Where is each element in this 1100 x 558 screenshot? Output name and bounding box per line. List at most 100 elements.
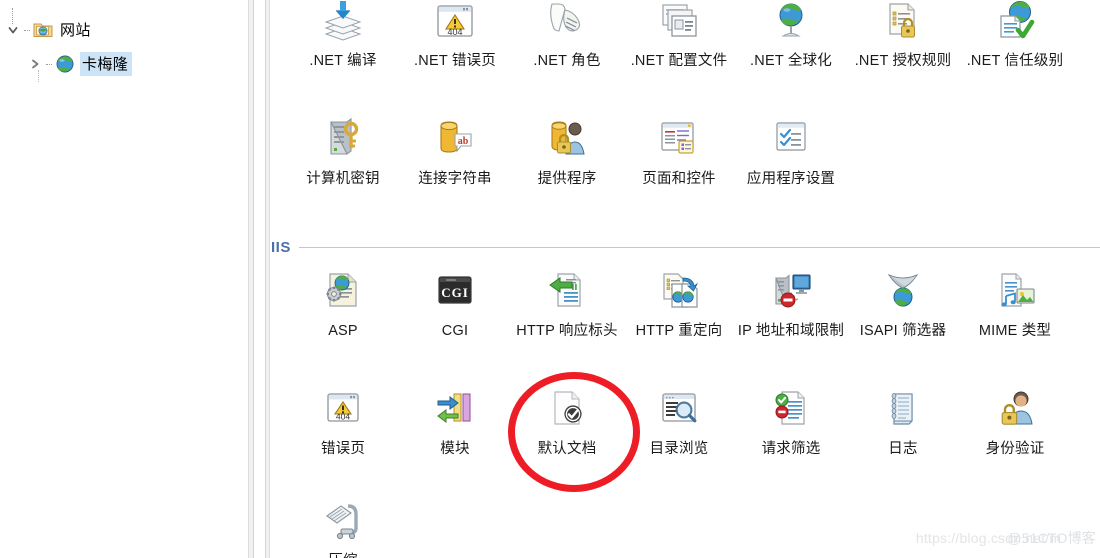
tree-dot-spacer [22,21,32,39]
feature-compression[interactable]: 压缩 [287,492,399,558]
feature-providers[interactable]: 提供程序 [511,110,623,190]
svg-text:404: 404 [447,27,462,37]
feature-label: 错误页 [320,441,366,457]
feature-machine-key[interactable]: 计算机密钥 [287,110,399,190]
net-users-icon [1071,0,1100,46]
tree-dotted-connector-2 [38,70,39,82]
svg-text:CGI: CGI [441,285,469,300]
feature-net-authorization-rules[interactable]: .NET 授权规则 [847,0,959,72]
tree-item-site-kameilong-label: 卡梅隆 [80,52,133,76]
feature-label: 页面和控件 [642,171,716,187]
feature-application-settings[interactable]: 应用程序设置 [735,110,847,190]
feature-label: .NET 信任级别 [966,53,1064,69]
feature-ssl-settings-truncated[interactable]: S [1071,262,1100,342]
features-view[interactable]: .NET 编译 404 .NET 错误页 .NET 角色 .NET 配置文件 .… [271,0,1100,558]
failed-request-tracing-icon [1071,380,1100,434]
feature-logging[interactable]: 日志 [847,380,959,460]
feature-label: MIME 类型 [978,323,1052,339]
tree-item-sites-label: 网站 [60,22,91,39]
logging-icon [847,380,959,434]
feature-connection-strings[interactable]: ab 连接字符串 [399,110,511,190]
tree-item-sites[interactable]: 网站 [0,8,248,44]
feature-label: 压缩 [287,550,399,558]
website-globe-icon [54,54,76,74]
feature-label: .NET 配置文件 [630,53,728,69]
feature-http-response-headers[interactable]: HTTP 响应标头 [511,262,623,342]
section-divider [298,247,1100,248]
net-error-pages-icon: 404 [399,0,511,46]
tree-item-site-kameilong[interactable]: 卡梅隆 [0,50,248,82]
feature-label: .N [1071,50,1100,72]
feature-label: .NET 编译 [309,53,377,69]
application-settings-icon [735,110,847,164]
feature-net-globalization[interactable]: .NET 全球化 [735,0,847,72]
feature-net-users-truncated[interactable]: .N [1071,0,1100,72]
feature-error-pages[interactable]: 404 错误页 [287,380,399,460]
request-filtering-icon [735,380,847,434]
iis-manager-window: 网站 卡梅隆 .NET 编译 404 .NET 错误页 .NET 角色 .NET… [0,0,1100,558]
feature-net-profile[interactable]: .NET 配置文件 [623,0,735,72]
feature-label: ISAPI 筛选器 [859,323,947,339]
feature-failed-request-tracing-truncated[interactable]: 失 [1071,380,1100,460]
feature-label: HTTP 重定向 [635,323,723,339]
cgi-icon: CGI [399,262,511,316]
svg-text:404: 404 [336,412,351,422]
watermark-brand: @51CTO博客 [1007,530,1096,546]
feature-label: .NET 全球化 [750,53,832,69]
tree-dot-spacer-2 [44,55,54,73]
directory-browsing-icon [623,380,735,434]
feature-label: 默认文档 [537,441,597,457]
feature-default-document[interactable]: 默认文档 [511,380,623,460]
feature-label: IP 地址和域限制 [737,323,845,339]
providers-icon [511,110,623,164]
machine-key-icon [287,110,399,164]
modules-icon [399,380,511,434]
feature-label: 请求筛选 [761,441,821,457]
tree-dotted-connector [12,8,13,24]
splitter-track[interactable] [253,0,266,558]
feature-mime-types[interactable]: MIME 类型 [959,262,1071,342]
feature-label: 应用程序设置 [746,171,836,187]
feature-net-error-pages[interactable]: 404 .NET 错误页 [399,0,511,72]
net-profile-icon [623,0,735,46]
feature-http-redirect[interactable]: HTTP 重定向 [623,262,735,342]
compression-icon [287,492,399,546]
pane-splitter[interactable] [248,0,270,558]
feature-pages-and-controls[interactable]: 页面和控件 [623,110,735,190]
net-roles-icon [511,0,623,46]
connections-tree-pane[interactable]: 网站 卡梅隆 [0,0,248,558]
feature-authentication[interactable]: 身份验证 [959,380,1071,460]
feature-isapi-filters[interactable]: ISAPI 筛选器 [847,262,959,342]
feature-directory-browsing[interactable]: 目录浏览 [623,380,735,460]
net-compilation-icon [287,0,399,46]
feature-label: 目录浏览 [649,441,709,457]
feature-label: 失 [1071,438,1100,460]
feature-label: 连接字符串 [418,171,492,187]
feature-label: 提供程序 [537,171,597,187]
connection-strings-icon: ab [399,110,511,164]
feature-label: 日志 [888,441,918,457]
feature-net-compilation[interactable]: .NET 编译 [287,0,399,72]
section-header-iis: IIS [271,239,1100,256]
feature-label: .NET 角色 [533,53,601,69]
error-pages-icon: 404 [287,380,399,434]
watermark: https://blog.csdn.net/m@51CTO博客 [916,528,1096,548]
net-authorization-rules-icon [847,0,959,46]
feature-asp[interactable]: ASP [287,262,399,342]
chevron-right-icon[interactable] [26,55,44,73]
chevron-down-icon[interactable] [4,21,22,39]
feature-net-roles[interactable]: .NET 角色 [511,0,623,72]
svg-text:ab: ab [458,136,469,147]
http-response-headers-icon [511,262,623,316]
net-globalization-icon [735,0,847,46]
default-document-icon [511,380,623,434]
feature-request-filtering[interactable]: 请求筛选 [735,380,847,460]
feature-cgi[interactable]: CGI CGI [399,262,511,342]
feature-modules[interactable]: 模块 [399,380,511,460]
ie-icon [44,0,66,3]
sites-folder-icon [32,20,54,40]
twisty-placeholder [26,0,44,2]
feature-ip-address-domain-restrictions[interactable]: IP 地址和域限制 [735,262,847,342]
feature-net-trust-levels[interactable]: .NET 信任级别 [959,0,1071,72]
feature-label: 身份验证 [985,441,1045,457]
